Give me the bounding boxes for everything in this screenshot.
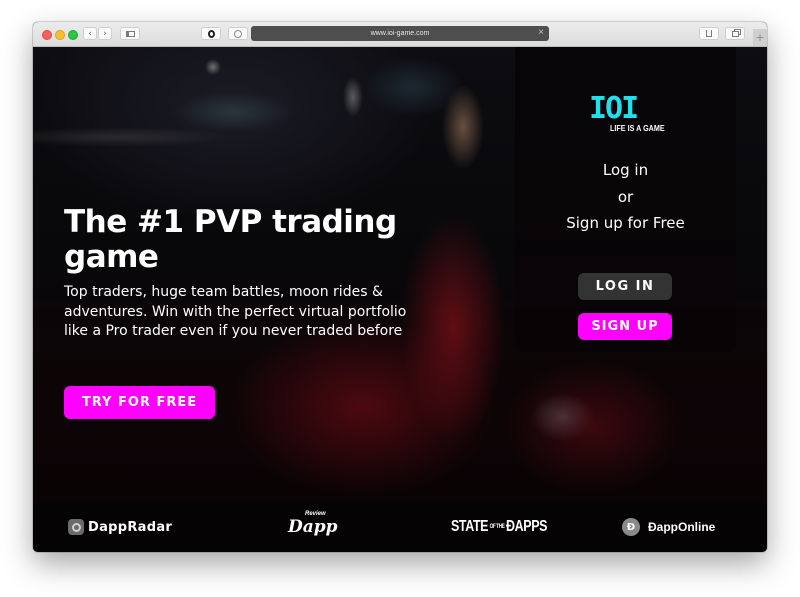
partner-label-part: STATE [451,518,489,535]
partner-label: ĐappOnline [648,520,716,534]
dapponline-icon: Đ [622,518,640,536]
log-in-button[interactable]: LOG IN [578,273,672,300]
close-window-button[interactable] [42,30,52,40]
close-icon[interactable]: × [538,27,544,38]
signup-text: Sign up for Free [566,214,685,232]
state-of-the-dapps-logo: STATE OF THEĐAPPS [451,518,547,536]
or-text: or [617,188,634,206]
partner-label: DappRadar [88,519,173,535]
sidebar-button[interactable] [120,27,140,40]
hero-subtitle: Top traders, huge team battles, moon rid… [64,284,407,339]
url-text: www.ioi-game.com [370,30,430,37]
partner-dapponline[interactable]: Đ ĐappOnline [622,502,715,552]
tabs-overview-button[interactable] [725,27,745,40]
sign-up-button[interactable]: SIGN UP [578,313,672,340]
landing-page: The #1 PVP trading game Top traders, hug… [33,47,767,552]
zoom-window-button[interactable] [68,30,78,40]
partner-label-part: ĐAPPS [506,518,548,535]
partners-bar: DappRadar Review Dapp STATE OF THEĐAPPS Đ… [33,502,767,552]
privacy-extension-button[interactable] [228,27,248,40]
partner-dappradar[interactable]: DappRadar [68,502,172,552]
dappradar-icon [68,519,84,535]
browser-toolbar: ‹ › www.ioi-game.com × + [33,22,767,47]
logo-tagline: LIFE IS A GAME [610,124,665,133]
shield-icon [234,29,242,38]
forward-button[interactable]: › [98,27,112,40]
browser-window: ‹ › www.ioi-game.com × + The #1 PVP trad… [33,22,767,552]
partner-label: Dapp [288,517,338,537]
try-for-free-button[interactable]: TRY FOR FREE [64,386,215,419]
opera-extension-button[interactable] [201,27,221,40]
partner-label-small: OF THE [489,523,505,530]
login-text: Log in [602,161,649,179]
address-bar[interactable]: www.ioi-game.com × [251,26,549,41]
dapp-review-logo: Review Dapp [288,511,338,537]
tabs-icon [731,30,739,37]
ioi-logo[interactable]: IOI LIFE IS A GAME [589,94,669,139]
hero-title: The #1 PVP trading game [64,204,397,275]
new-tab-button[interactable]: + [753,29,767,46]
review-badge: Review [305,511,326,517]
minimize-window-button[interactable] [55,30,65,40]
auth-panel: IOI LIFE IS A GAME Log in or Sign up for… [515,47,736,352]
partner-state-of-the-dapps[interactable]: STATE OF THEĐAPPS [451,502,574,552]
sidebar-icon [125,30,135,37]
plus-icon: + [755,31,765,44]
chevron-right-icon: › [103,28,107,39]
chevron-left-icon: ‹ [88,28,92,39]
logo-mark: IOI [589,91,639,126]
partner-dapp-review[interactable]: Review Dapp [288,502,338,552]
back-button[interactable]: ‹ [83,27,97,40]
opera-icon [207,29,215,38]
share-icon [706,30,712,37]
share-button[interactable] [699,27,719,40]
